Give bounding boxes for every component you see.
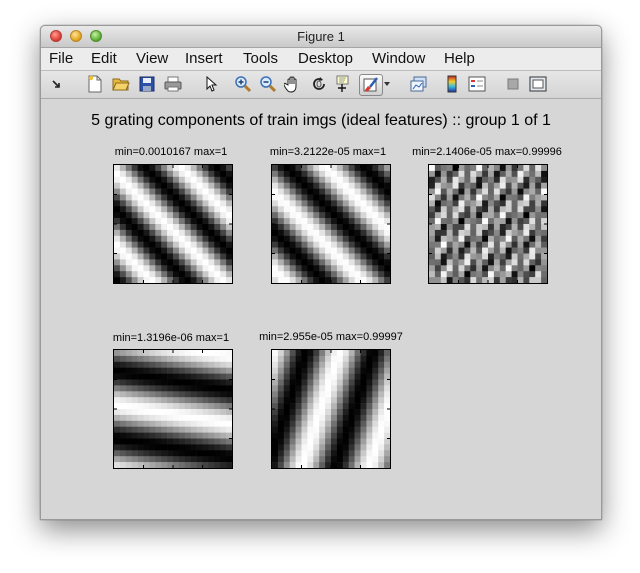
link-plot-icon[interactable] bbox=[409, 74, 429, 94]
menu-insert[interactable]: Insert bbox=[185, 50, 223, 67]
subplot-1-label: min=0.0010167 max=1 bbox=[114, 146, 228, 158]
menu-desktop[interactable]: Desktop bbox=[298, 50, 353, 67]
subplot-4-label: min=1.3196e-06 max=1 bbox=[112, 332, 230, 344]
grating-image-4 bbox=[114, 350, 232, 468]
figure-toolbar bbox=[41, 71, 601, 99]
subplot-3-image[interactable] bbox=[428, 164, 548, 284]
rotate-3d-icon[interactable] bbox=[309, 74, 329, 94]
menu-window[interactable]: Window bbox=[372, 50, 425, 67]
grating-image-3 bbox=[429, 165, 547, 283]
insert-colorbar-icon[interactable] bbox=[442, 74, 462, 94]
edit-plot-pointer-icon[interactable] bbox=[201, 74, 221, 94]
menu-edit[interactable]: Edit bbox=[91, 50, 117, 67]
figure-window: Figure 1 File Edit View Insert Tools Des… bbox=[40, 25, 602, 520]
subplot-1-image[interactable] bbox=[113, 164, 233, 284]
subplot-5-image[interactable] bbox=[271, 349, 391, 469]
menu-bar: File Edit View Insert Tools Desktop Wind… bbox=[41, 48, 601, 71]
brush-dropdown-icon[interactable] bbox=[382, 74, 392, 94]
subplot-5-label: min=2.955e-05 max=0.99997 bbox=[259, 331, 403, 343]
subplot-2-image[interactable] bbox=[271, 164, 391, 284]
new-figure-icon[interactable] bbox=[85, 74, 105, 94]
print-figure-icon[interactable] bbox=[163, 74, 183, 94]
window-title: Figure 1 bbox=[297, 29, 345, 44]
dock-arrow-icon[interactable] bbox=[47, 74, 67, 94]
figure-title: 5 grating components of train imgs (idea… bbox=[91, 112, 551, 129]
hide-plot-tools-icon[interactable] bbox=[503, 74, 523, 94]
zoom-out-icon[interactable] bbox=[258, 74, 278, 94]
pan-hand-icon[interactable] bbox=[283, 74, 303, 94]
menu-help[interactable]: Help bbox=[444, 50, 475, 67]
subplot-2-label: min=3.2122e-05 max=1 bbox=[269, 146, 387, 158]
open-file-icon[interactable] bbox=[111, 74, 131, 94]
insert-legend-icon[interactable] bbox=[467, 74, 487, 94]
title-bar[interactable]: Figure 1 bbox=[41, 26, 601, 48]
save-figure-icon[interactable] bbox=[137, 74, 157, 94]
grating-image-2 bbox=[272, 165, 390, 283]
menu-view[interactable]: View bbox=[136, 50, 168, 67]
grating-image-1 bbox=[114, 165, 232, 283]
grating-image-5 bbox=[272, 350, 390, 468]
show-plot-tools-icon[interactable] bbox=[528, 74, 548, 94]
menu-file[interactable]: File bbox=[49, 50, 73, 67]
subplot-3-label: min=2.1406e-05 max=0.99996 bbox=[412, 146, 562, 158]
subplot-4-image[interactable] bbox=[113, 349, 233, 469]
zoom-in-icon[interactable] bbox=[233, 74, 253, 94]
menu-tools[interactable]: Tools bbox=[243, 50, 278, 67]
data-cursor-icon[interactable] bbox=[334, 74, 354, 94]
brush-icon[interactable] bbox=[359, 74, 383, 96]
figure-canvas: 5 grating components of train imgs (idea… bbox=[41, 99, 601, 519]
